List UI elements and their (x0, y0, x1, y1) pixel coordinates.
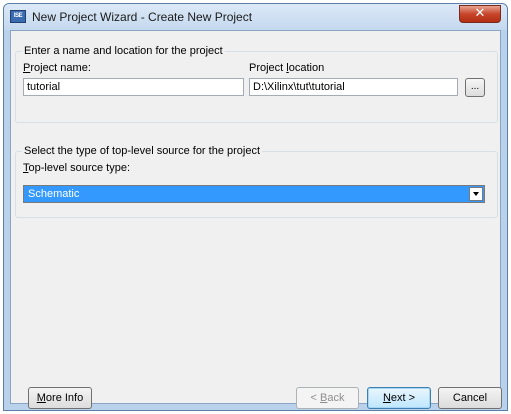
back-button[interactable]: < Back (296, 387, 359, 409)
project-name-label: Project name: (23, 62, 91, 74)
next-button[interactable]: Next > (367, 387, 431, 409)
next-label: ext > (390, 392, 416, 404)
project-location-label-pre: Project (249, 62, 287, 74)
project-name-input[interactable]: tutorial (23, 78, 244, 96)
chevron-down-icon (473, 192, 479, 196)
browse-button[interactable]: ... (465, 78, 485, 97)
top-level-source-type-select[interactable]: Schematic (23, 185, 485, 203)
project-name-location-group: Enter a name and location for the projec… (15, 45, 498, 123)
ise-app-icon: ISE (10, 10, 26, 23)
dialog-window: ISE New Project Wizard - Create New Proj… (3, 3, 508, 411)
more-info-label: ore Info (45, 392, 84, 404)
top-level-source-type-label: Top-level source type: (23, 162, 130, 174)
project-location-input[interactable]: D:\Xilinx\tut\tutorial (249, 78, 458, 96)
back-label-pre: < (310, 392, 320, 404)
next-accelerator: N (382, 392, 391, 404)
project-group-title: Enter a name and location for the projec… (22, 45, 225, 57)
project-name-label-text: roject name: (30, 62, 91, 74)
project-location-label: Project location (249, 62, 324, 74)
source-type-label-text: op-level source type: (28, 162, 131, 174)
cancel-button[interactable]: Cancel (438, 387, 502, 409)
title-bar[interactable]: ISE New Project Wizard - Create New Proj… (4, 4, 507, 30)
source-group-title: Select the type of top-level source for … (22, 145, 263, 157)
more-info-button[interactable]: More Info (28, 387, 92, 409)
project-location-label-text: ocation (288, 62, 325, 74)
dialog-body: Enter a name and location for the projec… (10, 30, 502, 409)
window-title: New Project Wizard - Create New Project (32, 10, 253, 24)
top-level-source-group: Select the type of top-level source for … (15, 145, 498, 218)
close-icon: ✕ (474, 6, 486, 21)
close-button[interactable]: ✕ (459, 5, 501, 23)
dropdown-button[interactable] (469, 187, 483, 201)
selected-source-type: Schematic (28, 188, 80, 200)
more-info-accelerator: M (36, 392, 46, 404)
back-label: ack (327, 392, 345, 404)
